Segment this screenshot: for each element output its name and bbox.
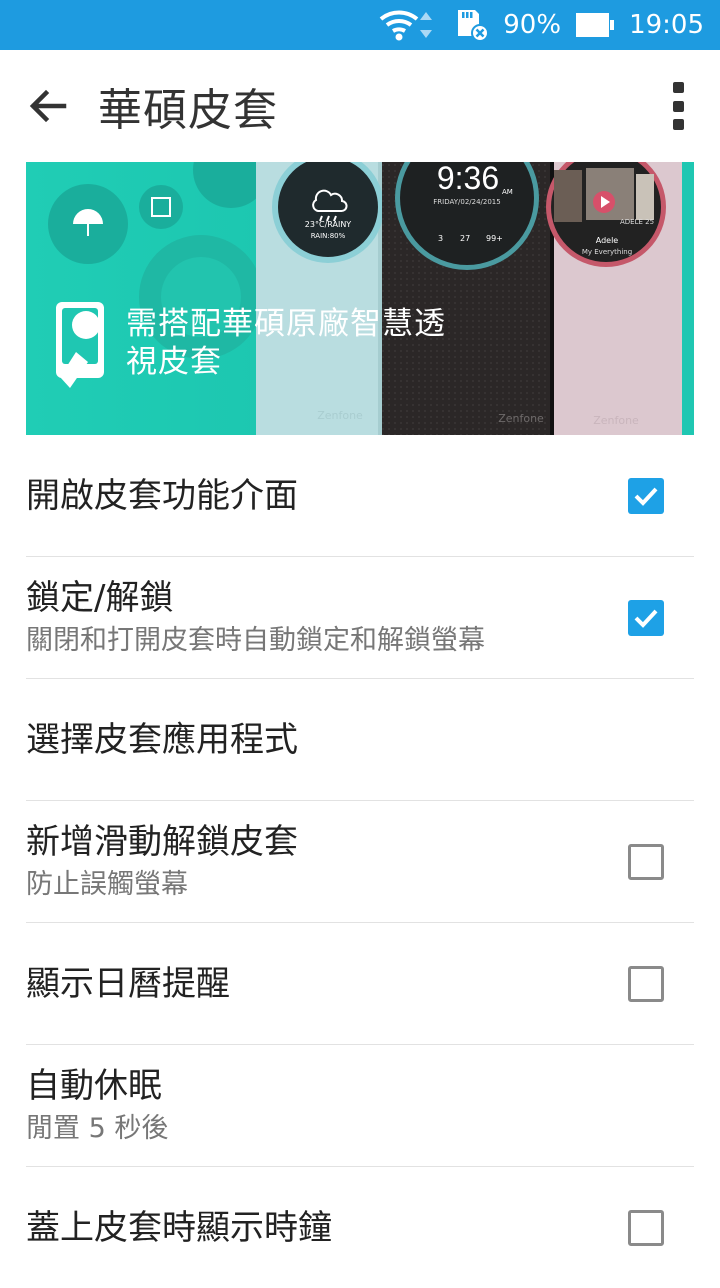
checkbox-checked[interactable] xyxy=(628,477,664,514)
setting-title: 選擇皮套應用程式 xyxy=(26,719,298,760)
setting-subtitle: 關閉和打開皮套時自動鎖定和解鎖螢幕 xyxy=(26,624,485,656)
cover-count-1: 3 xyxy=(438,234,444,243)
battery-icon xyxy=(575,10,615,40)
music-artist: Adele xyxy=(595,236,619,245)
setting-show-clock-when-closed[interactable]: 蓋上皮套時顯示時鐘 xyxy=(26,1167,694,1288)
cover-count-3: 99+ xyxy=(486,234,503,243)
weather-rain: RAIN:80% xyxy=(310,232,346,240)
page-title: 華碩皮套 xyxy=(98,85,278,136)
checkbox-unchecked[interactable] xyxy=(628,965,664,1002)
dot-icon xyxy=(672,119,684,130)
svg-text:Zenfone: Zenfone xyxy=(593,414,639,427)
setting-title: 鎖定/解鎖 xyxy=(26,577,174,618)
setting-subtitle: 防止誤觸螢幕 xyxy=(26,868,188,900)
setting-choose-cover-apps[interactable]: 選擇皮套應用程式 xyxy=(26,679,694,801)
more-options-button[interactable] xyxy=(666,82,690,130)
setting-calendar-reminder[interactable]: 顯示日曆提醒 xyxy=(26,923,694,1045)
setting-title: 自動休眠 xyxy=(26,1065,162,1106)
battery-percent: 90% xyxy=(503,10,562,40)
arrow-left-icon xyxy=(29,89,67,123)
checkbox-checked[interactable] xyxy=(628,599,664,636)
checkbox-unchecked[interactable] xyxy=(628,1209,664,1246)
svg-text:Zenfone: Zenfone xyxy=(498,412,544,425)
dot-icon xyxy=(672,82,684,93)
setting-open-cover-ui[interactable]: 開啟皮套功能介面 xyxy=(26,435,694,557)
setting-auto-sleep[interactable]: 自動休眠 閒置 5 秒後 xyxy=(26,1045,694,1167)
cover-banner: Zenfone Zenfone Zenfone 23°C/RAINY RAIN:… xyxy=(26,162,694,435)
settings-list: 開啟皮套功能介面 鎖定/解鎖 關閉和打開皮套時自動鎖定和解鎖螢幕 選擇皮套應用程… xyxy=(0,435,720,1288)
back-button[interactable] xyxy=(0,50,96,162)
cover-clock-ampm: AM xyxy=(502,188,513,196)
setting-subtitle: 閒置 5 秒後 xyxy=(26,1112,169,1144)
checkbox-unchecked[interactable] xyxy=(628,843,664,880)
cover-clock-date: FRIDAY/02/24/2015 xyxy=(433,198,501,206)
calendar-icon xyxy=(139,185,183,229)
cover-clock-time: 9:36 xyxy=(436,162,500,196)
cover-count-2: 27 xyxy=(460,234,471,243)
setting-swipe-unlock-cover[interactable]: 新增滑動解鎖皮套 防止誤觸螢幕 xyxy=(26,801,694,923)
sd-card-icon xyxy=(455,8,490,42)
setting-lock-unlock[interactable]: 鎖定/解鎖 關閉和打開皮套時自動鎖定和解鎖螢幕 xyxy=(26,557,694,679)
music-song: My Everything xyxy=(581,248,633,256)
setting-title: 開啟皮套功能介面 xyxy=(26,475,298,516)
wifi-icon xyxy=(377,8,441,42)
banner-text-line2: 視皮套 xyxy=(126,344,222,380)
music-album-text: ADELE 25 xyxy=(620,218,655,226)
setting-title: 新增滑動解鎖皮套 xyxy=(26,821,298,862)
app-bar: 華碩皮套 xyxy=(0,50,720,162)
dot-icon xyxy=(672,100,684,112)
clock-time: 19:05 xyxy=(629,10,704,40)
setting-title: 蓋上皮套時顯示時鐘 xyxy=(26,1207,332,1248)
svg-text:Zenfone: Zenfone xyxy=(317,409,363,422)
status-bar: 90% 19:05 xyxy=(0,0,720,50)
weather-temp: 23°C/RAINY xyxy=(304,220,352,229)
check-icon xyxy=(634,487,658,506)
setting-title: 顯示日曆提醒 xyxy=(26,963,230,1004)
check-icon xyxy=(634,609,658,628)
